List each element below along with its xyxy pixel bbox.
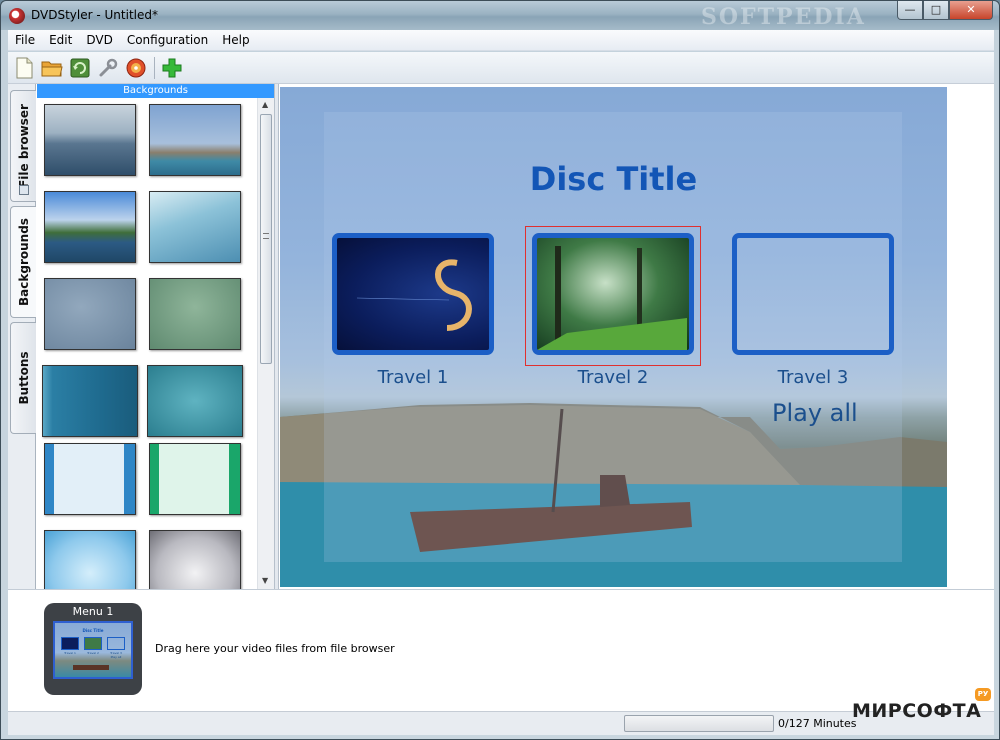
softpedia-watermark: SOFTPEDIA (701, 4, 866, 30)
mini-button-3 (107, 637, 125, 650)
background-thumbnail[interactable] (42, 365, 138, 437)
menu-file[interactable]: File (8, 33, 42, 47)
new-project-button[interactable] (12, 56, 36, 80)
ru-badge: РУ (975, 688, 991, 701)
menu-dvd[interactable]: DVD (79, 33, 119, 47)
drag-hint-text: Drag here your video files from file bro… (155, 642, 395, 655)
mini-button-2 (84, 637, 102, 650)
window-title: DVDStyler - Untitled* (31, 8, 158, 22)
minimize-button[interactable]: — (897, 1, 923, 20)
maximize-button[interactable]: □ (923, 1, 949, 20)
add-button[interactable] (160, 56, 184, 80)
background-thumbnail[interactable] (149, 191, 241, 263)
background-thumbnail[interactable] (149, 278, 241, 350)
titleset-area[interactable]: Menu 1 Disc Title Travel 1 Travel 2 Trav… (8, 589, 994, 711)
file-browser-toggle-icon (19, 185, 29, 195)
menu-label-travel-3[interactable]: Travel 3 (732, 367, 894, 388)
background-thumbnail[interactable] (44, 278, 136, 350)
menu-1-preview-image: Disc Title Travel 1 Travel 2 Travel 3 Pl… (53, 621, 133, 679)
scroll-up-arrow-icon[interactable]: ▲ (262, 100, 268, 109)
burn-dvd-button[interactable] (124, 56, 148, 80)
menu-edit[interactable]: Edit (42, 33, 79, 47)
background-thumbnail[interactable] (147, 365, 243, 437)
app-window: DVDStyler - Untitled* SOFTPEDIA — □ ✕ Fi… (0, 0, 1000, 740)
mini-ship (73, 665, 109, 670)
menu-bar: File Edit DVD Configuration Help (8, 30, 994, 51)
background-thumbnail[interactable] (149, 443, 241, 515)
tab-buttons[interactable]: Buttons (10, 322, 36, 434)
menu-1-label: Menu 1 (72, 605, 114, 618)
sidebar-tabs: File browser Backgrounds Buttons (8, 84, 36, 589)
mini-play-all: Play all (110, 655, 122, 659)
background-thumbnail[interactable] (149, 530, 241, 589)
disc-title[interactable]: Disc Title (280, 160, 947, 198)
mini-label-1: Travel 1 (64, 651, 76, 655)
mini-disc-title: Disc Title (82, 628, 104, 633)
tab-backgrounds-label: Backgrounds (16, 218, 31, 306)
selection-rectangle (525, 226, 701, 366)
settings-button[interactable] (96, 56, 120, 80)
menu-button-travel-3[interactable] (732, 233, 894, 355)
save-icon (70, 58, 90, 77)
panel-scrollbar[interactable]: ▲ ▼ (257, 98, 274, 589)
panel-header: Backgrounds (37, 84, 274, 98)
scrollbar-grip-icon (263, 233, 269, 239)
menu-editor-canvas[interactable]: Disc Title Travel 1 Travel 2 Travel 3 Pl (280, 87, 947, 587)
menu-1-thumbnail[interactable]: Menu 1 Disc Title Travel 1 Travel 2 Trav… (44, 603, 142, 695)
main-area: File browser Backgrounds Buttons Backgro… (8, 84, 994, 589)
scrollbar-thumb[interactable] (260, 114, 272, 364)
canvas-margin (947, 84, 994, 589)
toolbar (8, 52, 994, 84)
dvdstyler-app-icon (9, 8, 25, 24)
mini-label-2: Travel 2 (87, 651, 99, 655)
disc-usage-progress-bar (624, 715, 774, 732)
background-thumbnail[interactable] (44, 443, 136, 515)
swirl-thumbnail (356, 259, 472, 331)
mini-button-1 (61, 637, 79, 650)
menu-button-travel-1[interactable] (332, 233, 494, 355)
title-bar: DVDStyler - Untitled* SOFTPEDIA — □ ✕ (1, 1, 999, 30)
background-thumbnails (37, 98, 257, 589)
background-thumbnail[interactable] (44, 104, 136, 176)
menu-help[interactable]: Help (215, 33, 256, 47)
tab-buttons-label: Buttons (16, 351, 31, 405)
mirsofta-watermark: МИРСОФТА (852, 700, 982, 722)
disc-minutes-label: 0/127 Minutes (778, 717, 857, 730)
toolbar-separator (154, 56, 155, 79)
tab-file-browser-label: File browser (16, 104, 31, 188)
background-thumbnail[interactable] (149, 104, 241, 176)
settings-wrench-icon (99, 58, 118, 76)
background-thumbnail[interactable] (44, 530, 136, 589)
open-folder-icon (41, 61, 63, 76)
menu-configuration[interactable]: Configuration (120, 33, 215, 47)
burn-dvd-icon (126, 58, 146, 77)
backgrounds-panel: Backgrounds ▲ ▼ (37, 84, 274, 589)
tab-backgrounds[interactable]: Backgrounds (10, 206, 36, 318)
tab-file-browser[interactable]: File browser (10, 90, 36, 202)
play-all-button[interactable]: Play all (772, 399, 858, 427)
close-button[interactable]: ✕ (949, 1, 993, 20)
save-project-button[interactable] (68, 56, 92, 80)
open-project-button[interactable] (40, 56, 64, 80)
status-bar: 0/127 Minutes (8, 711, 994, 735)
panel-splitter[interactable] (274, 84, 279, 589)
background-thumbnail[interactable] (44, 191, 136, 263)
scroll-down-arrow-icon[interactable]: ▼ (262, 576, 268, 585)
menu-label-travel-2[interactable]: Travel 2 (532, 367, 694, 388)
add-plus-icon (162, 58, 182, 77)
menu-label-travel-1[interactable]: Travel 1 (332, 367, 494, 388)
new-document-icon (16, 57, 33, 78)
